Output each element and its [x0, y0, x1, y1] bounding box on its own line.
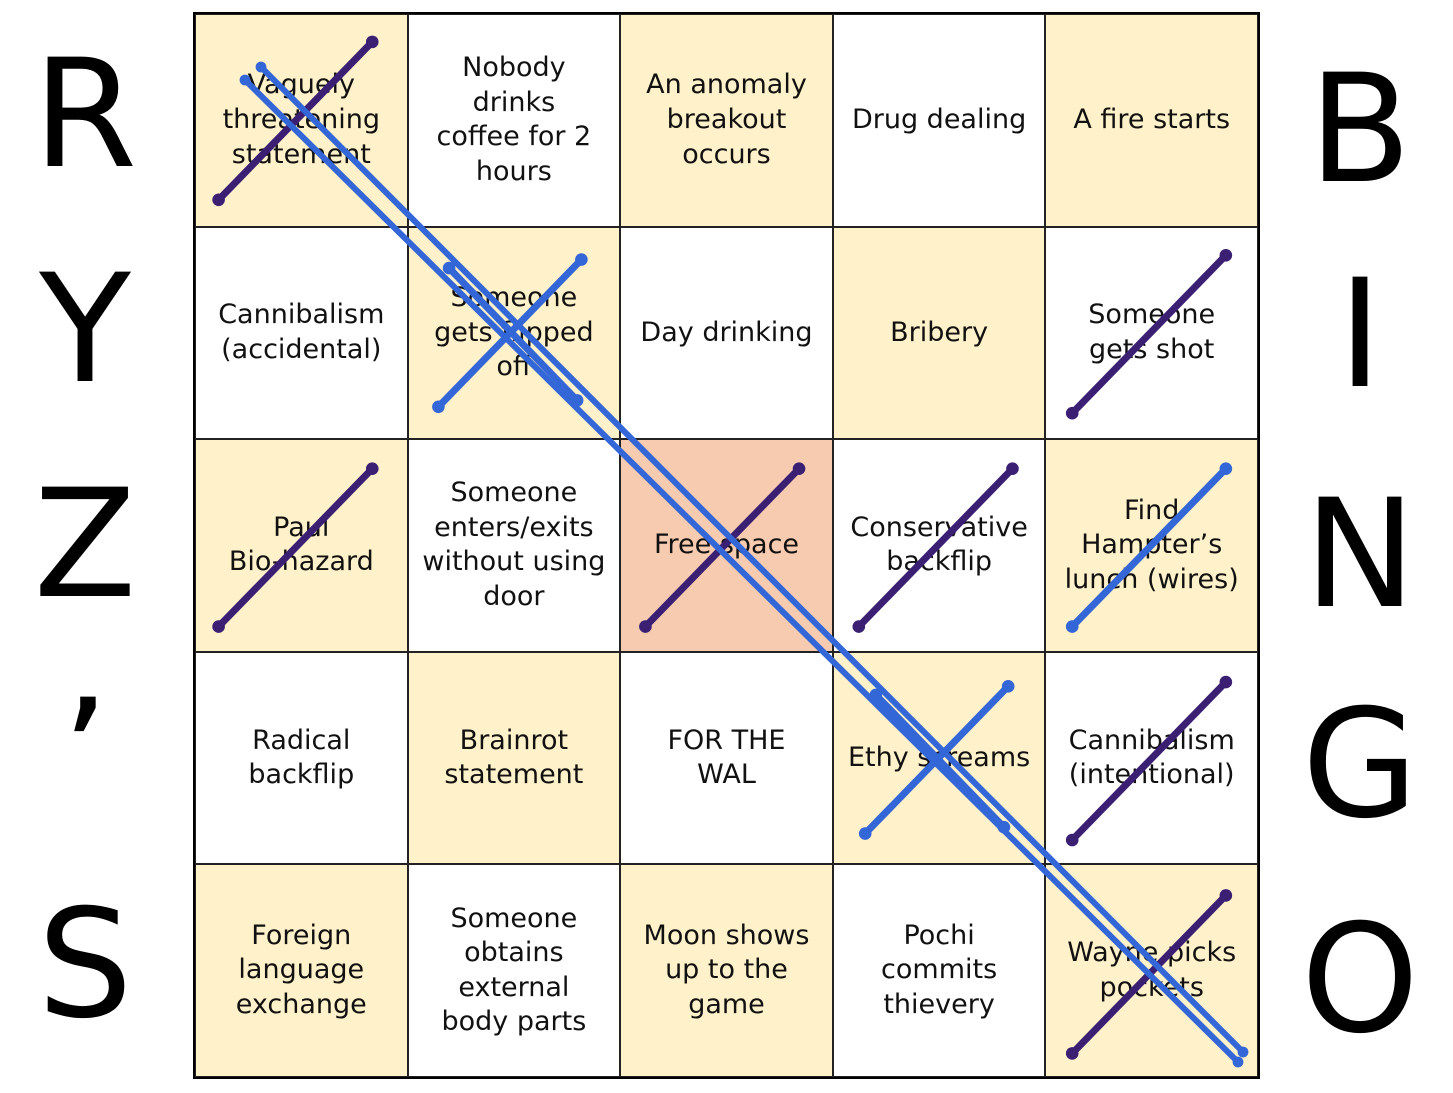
bingo-cell[interactable]: Free space: [620, 439, 833, 652]
bingo-cell[interactable]: Vaguely threatening statement: [195, 14, 408, 227]
title-letter-r: R: [32, 28, 138, 202]
bingo-cell[interactable]: Brainrot statement: [407, 651, 621, 865]
bingo-cell[interactable]: Nobody drinks coffee for 2 hours: [407, 14, 621, 227]
bingo-cell[interactable]: Someone gets shot: [1045, 226, 1258, 440]
title-letter-o: O: [1300, 893, 1420, 1067]
bingo-cell[interactable]: Moon shows up to the game: [620, 864, 833, 1077]
bingo-cell[interactable]: Cannibalism (accidental): [195, 226, 408, 440]
bingo-board: Vaguely threatening statement Nobody drin…: [193, 12, 1260, 1079]
title-apostrophe: ’: [61, 668, 109, 842]
title-letter-z: Z: [33, 458, 137, 632]
title-letter-b: B: [1308, 43, 1412, 217]
bingo-cell[interactable]: A fire starts: [1045, 14, 1258, 227]
title-letter-s: S: [37, 878, 133, 1052]
bingo-cell[interactable]: Foreign language exchange: [195, 864, 408, 1077]
bingo-cell[interactable]: Find Hampter’s lunch (wires): [1045, 439, 1258, 652]
bingo-cell[interactable]: Drug dealing: [832, 14, 1046, 227]
title-letter-i: I: [1337, 248, 1383, 422]
bingo-cell[interactable]: Pochi commits thievery: [832, 864, 1046, 1077]
title-letter-n: N: [1303, 468, 1417, 642]
bingo-cell[interactable]: FOR THE WAL: [620, 651, 833, 865]
bingo-cell[interactable]: Bribery: [832, 226, 1046, 440]
bingo-cell[interactable]: Ethy screams: [832, 651, 1046, 865]
bingo-cell[interactable]: An anomaly breakout occurs: [620, 14, 833, 227]
bingo-cell[interactable]: Someone obtains external body parts: [407, 864, 621, 1077]
bingo-cell[interactable]: Someone enters/exits without using door: [407, 439, 621, 652]
bingo-cell[interactable]: Day drinking: [620, 226, 833, 440]
title-letter-g: G: [1301, 678, 1419, 852]
bingo-cell[interactable]: Someone gets flipped off: [407, 226, 621, 440]
bingo-cell[interactable]: Cannibalism (intentional): [1045, 651, 1258, 865]
bingo-cell[interactable]: Paul Bio-hazard: [195, 439, 408, 652]
bingo-cell[interactable]: Wayne picks pockets: [1045, 864, 1258, 1077]
title-letter-y: Y: [39, 243, 131, 417]
bingo-cell[interactable]: Radical backflip: [195, 651, 408, 865]
bingo-cell[interactable]: Conservative backflip: [832, 439, 1046, 652]
